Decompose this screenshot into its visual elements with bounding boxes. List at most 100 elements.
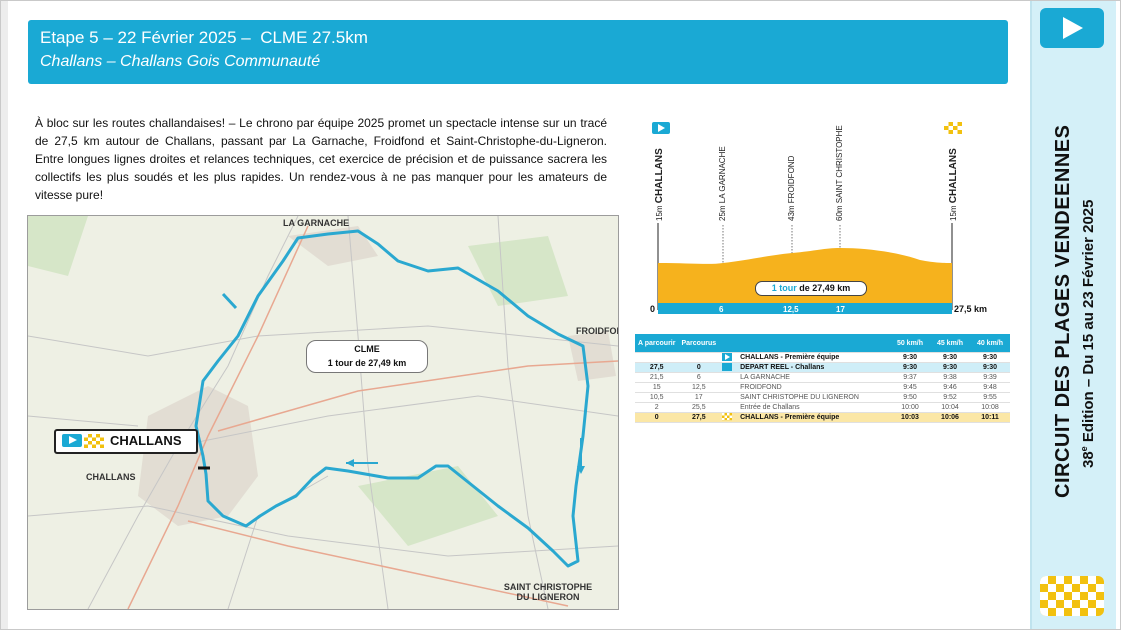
cell-parcourus: 25,5	[678, 402, 720, 413]
map-graphic	[28, 216, 618, 609]
timetable-row: 21,5 6 LA GARNACHE 9:37 9:38 9:39	[635, 372, 1010, 383]
profile-alt-finish: 15m	[949, 205, 958, 221]
cell-50kmh: 9:30	[890, 352, 930, 363]
start-icon	[722, 353, 733, 362]
timetable-header: A parcourir Parcourus 50 km/h 45 km/h 40…	[635, 334, 1010, 353]
profile-name-froidfond: FROIDFOND	[787, 155, 796, 204]
cell-40kmh: 9:48	[970, 382, 1010, 393]
edition-number: 38	[1080, 451, 1097, 468]
cell-name: FROIDFOND	[737, 382, 890, 393]
cell-icon	[719, 412, 738, 423]
th-parcourus: Parcourus	[678, 334, 720, 353]
profile-point-saint-christophe: 60m SAINT CHRISTOPHE	[835, 125, 844, 221]
cell-40kmh: 10:08	[970, 402, 1010, 413]
cell-50kmh: 9:37	[890, 372, 930, 383]
map-label-saint-christophe: SAINT CHRISTOPHE DU LIGNERON	[498, 582, 598, 602]
cell-parcourus: 6	[678, 372, 720, 383]
profile-point-finish: 15m CHALLANS	[948, 148, 959, 221]
cell-icon	[719, 402, 738, 413]
tour-suffix: de 27,49 km	[796, 283, 851, 293]
stage-subtitle: Challans – Challans Gois Communauté	[40, 53, 321, 70]
timetable-row: CHALLANS - Première équipe 9:30 9:30 9:30	[635, 352, 1010, 363]
cell-icon	[719, 372, 738, 383]
cell-40kmh: 9:55	[970, 392, 1010, 403]
th-40kmh: 40 km/h	[970, 334, 1010, 353]
side-play-icon[interactable]	[1040, 8, 1104, 48]
start-tag-label: CHALLANS	[110, 433, 182, 448]
timetable-row: 10,5 17 SAINT CHRISTOPHE DU LIGNERON 9:50 9:…	[635, 392, 1010, 403]
profile-point-start: 15m CHALLANS	[654, 148, 665, 221]
map-label-saint-christophe-line2: DU LIGNERON	[516, 592, 580, 602]
elevation-profile: 15m CHALLANS 25m LA GARNACHE 43m FROIDFO…	[640, 105, 1010, 325]
profile-tick-6: 6	[719, 305, 724, 314]
stage-description: À bloc sur les routes challandaises! – L…	[35, 116, 607, 202]
profile-alt-froidfond: 43m	[787, 205, 796, 221]
timetable-body: CHALLANS - Première équipe 9:30 9:30 9:30 27…	[635, 352, 1010, 423]
cell-45kmh: 10:04	[930, 402, 970, 413]
cell-45kmh: 9:46	[930, 382, 970, 393]
cell-parcourus: 0	[678, 362, 720, 373]
cell-icon	[719, 352, 738, 363]
profile-tick-12-5: 12,5	[783, 305, 799, 314]
map-label-la-garnache: LA GARNACHE	[283, 218, 350, 228]
cell-name: CHALLANS - Première équipe	[737, 352, 890, 363]
cell-name: SAINT CHRISTOPHE DU LIGNERON	[737, 392, 890, 403]
cell-40kmh: 9:30	[970, 352, 1010, 363]
start-play-icon	[62, 434, 82, 447]
profile-name-start: CHALLANS	[654, 148, 665, 204]
cell-parcourus: 27,5	[678, 412, 720, 423]
cell-40kmh: 10:11	[970, 412, 1010, 423]
cell-45kmh: 9:30	[930, 352, 970, 363]
cell-50kmh: 9:30	[890, 362, 930, 373]
race-title: CIRCUIT DES PLAGES VENDEENNES	[1052, 124, 1074, 498]
cell-a-parcourir: 10,5	[635, 392, 679, 403]
cell-50kmh: 10:00	[890, 402, 930, 413]
profile-alt-start: 15m	[655, 205, 664, 221]
cell-50kmh: 9:50	[890, 392, 930, 403]
map-label-froidfond: FROIDFOND	[576, 326, 618, 336]
race-edition: 38e Edition – Du 15 au 23 Février 2025	[1079, 148, 1097, 468]
profile-name-saint-christophe: SAINT CHRISTOPHE	[835, 125, 844, 204]
profile-tour-label: 1 tour de 27,49 km	[755, 281, 867, 296]
side-checkered-flag-icon	[1040, 576, 1104, 616]
profile-tick-17: 17	[836, 305, 845, 314]
timetable-row: 27,5 0 DEPART REEL - Challans 9:30 9:30 9:30	[635, 362, 1010, 373]
profile-alt-saint-christophe: 60m	[835, 205, 844, 221]
cell-45kmh: 9:38	[930, 372, 970, 383]
stage-header: Etape 5 – 22 Février 2025 – CLME 27.5km …	[28, 20, 1008, 84]
map-label-saint-christophe-line1: SAINT CHRISTOPHE	[503, 582, 593, 592]
profile-name-la-garnache: LA GARNACHE	[718, 146, 727, 204]
cell-50kmh: 10:03	[890, 412, 930, 423]
cell-45kmh: 9:30	[930, 362, 970, 373]
cell-a-parcourir: 27,5	[635, 362, 679, 373]
timetable-row: 2 25,5 Entrée de Challans 10:00 10:04 10:08	[635, 402, 1010, 413]
timetable-row: 15 12,5 FROIDFOND 9:45 9:46 9:48	[635, 382, 1010, 393]
cell-icon	[719, 362, 738, 373]
profile-tick-end: 27,5 km	[954, 304, 988, 314]
cell-icon	[719, 392, 738, 403]
profile-finish-flag-icon	[944, 122, 962, 134]
cell-icon	[719, 382, 738, 393]
edition-dates: Edition – Du 15 au 23 Février 2025	[1080, 199, 1097, 447]
th-45kmh: 45 km/h	[930, 334, 970, 353]
profile-alt-la-garnache: 25m	[718, 205, 727, 221]
clme-label-title: CLME	[354, 344, 380, 354]
cell-45kmh: 10:06	[930, 412, 970, 423]
th-a-parcourir: A parcourir	[635, 334, 679, 353]
checkered-flag-icon	[722, 413, 733, 422]
cell-parcourus	[678, 352, 720, 363]
th-50kmh: 50 km/h	[890, 334, 930, 353]
timetable: A parcourir Parcourus 50 km/h 45 km/h 40…	[635, 334, 1010, 423]
cell-50kmh: 9:45	[890, 382, 930, 393]
cell-name: CHALLANS - Première équipe	[737, 412, 890, 423]
route-map[interactable]: LA GARNACHE FROIDFOND CHALLANS SAINT CHR…	[27, 215, 619, 610]
profile-name-finish: CHALLANS	[948, 148, 959, 204]
cell-40kmh: 9:39	[970, 372, 1010, 383]
cell-a-parcourir: 0	[635, 412, 679, 423]
clme-label-sub: 1 tour de 27,49 km	[327, 358, 407, 368]
cell-name: Entrée de Challans	[737, 402, 890, 413]
cell-45kmh: 9:52	[930, 392, 970, 403]
cell-40kmh: 9:30	[970, 362, 1010, 373]
timetable-row: 0 27,5 CHALLANS - Première équipe 10:03 10:0…	[635, 412, 1010, 423]
profile-point-la-garnache: 25m LA GARNACHE	[718, 146, 727, 221]
